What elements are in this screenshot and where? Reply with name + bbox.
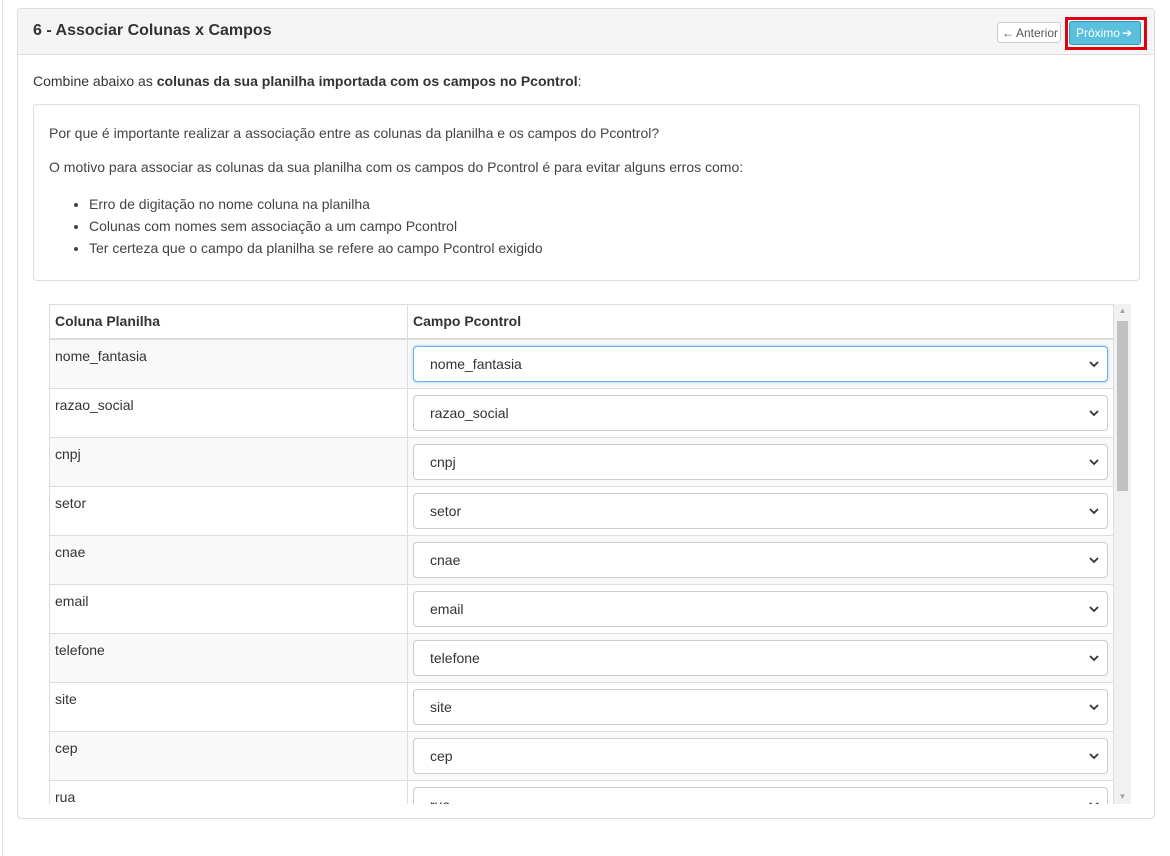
field-select[interactable]: nome_fantasia (413, 345, 1108, 382)
column-name: site (49, 681, 408, 732)
field-select[interactable]: razao_social (413, 394, 1108, 431)
column-name: cnpj (49, 436, 408, 487)
table-row: email email (49, 583, 1114, 634)
info-list: Erro de digitação no nome coluna na plan… (49, 193, 1124, 259)
field-cell: setor (407, 485, 1114, 536)
arrow-right-icon: ➔ (1121, 26, 1133, 40)
field-select[interactable]: rua (413, 786, 1108, 805)
column-name: cnae (49, 534, 408, 585)
field-select[interactable]: site (413, 688, 1108, 725)
mapping-table-container[interactable]: Coluna Planilha Campo Pcontrol nome_fant… (49, 304, 1140, 804)
field-cell: razao_social (407, 387, 1114, 438)
field-select[interactable]: email (413, 590, 1108, 627)
page-edge-line (2, 0, 3, 856)
field-select-value: razao_social (430, 404, 509, 421)
field-select-value: setor (430, 502, 462, 519)
field-select-value: cnae (430, 551, 461, 568)
field-cell: cnpj (407, 436, 1114, 487)
chevron-down-icon (1089, 654, 1099, 661)
previous-button-label: Anterior (1015, 25, 1059, 40)
column-name: telefone (49, 632, 408, 683)
info-question: Por que é importante realizar a associaç… (49, 125, 660, 141)
table-row: razao_social razao_social (49, 387, 1114, 438)
field-cell: nome_fantasia (407, 338, 1114, 389)
chevron-down-icon (1089, 556, 1099, 563)
header-campo-pcontrol: Campo Pcontrol (407, 304, 1114, 340)
chevron-down-icon (1089, 360, 1099, 367)
chevron-down-icon (1089, 703, 1099, 710)
table-row: site site (49, 681, 1114, 732)
chevron-down-icon (1089, 409, 1099, 416)
next-button[interactable]: Próximo ➔ (1069, 21, 1141, 45)
scroll-up-arrow-icon[interactable]: ▲ (1114, 304, 1131, 318)
panel-heading: 6 - Associar Colunas x Campos ← Anterior… (18, 9, 1154, 55)
field-select[interactable]: setor (413, 492, 1108, 529)
field-select-value: nome_fantasia (430, 355, 522, 372)
previous-button[interactable]: ← Anterior (997, 22, 1061, 43)
table-row: cnpj cnpj (49, 436, 1114, 487)
column-name: cep (49, 730, 408, 781)
arrow-left-icon: ← (1001, 25, 1014, 40)
field-select[interactable]: telefone (413, 639, 1108, 676)
intro-suffix: : (577, 73, 582, 89)
panel-title: 6 - Associar Colunas x Campos (33, 22, 272, 39)
chevron-down-icon (1089, 458, 1099, 465)
field-select-value: rua (430, 797, 450, 805)
column-name: razao_social (49, 387, 408, 438)
field-select-value: cep (430, 747, 453, 764)
mapping-table: Coluna Planilha Campo Pcontrol nome_fant… (49, 304, 1114, 804)
field-select[interactable]: cnae (413, 541, 1108, 578)
info-reason: O motivo para associar as colunas da sua… (49, 159, 744, 175)
scrollbar-thumb[interactable] (1117, 321, 1128, 491)
field-cell: email (407, 583, 1114, 634)
field-select-value: telefone (430, 649, 480, 666)
field-select[interactable]: cep (413, 737, 1108, 774)
chevron-down-icon (1089, 752, 1099, 759)
intro-text: Combine abaixo as colunas da sua planilh… (33, 73, 582, 89)
field-cell: cnae (407, 534, 1114, 585)
table-header-row: Coluna Planilha Campo Pcontrol (49, 304, 1114, 340)
field-select-value: cnpj (430, 453, 456, 470)
table-row: setor setor (49, 485, 1114, 536)
column-name: email (49, 583, 408, 634)
table-row: rua rua (49, 779, 1114, 805)
field-cell: cep (407, 730, 1114, 781)
field-cell: telefone (407, 632, 1114, 683)
field-select[interactable]: cnpj (413, 443, 1108, 480)
intro-prefix: Combine abaixo as (33, 73, 157, 89)
info-list-item: Erro de digitação no nome coluna na plan… (89, 193, 1124, 215)
field-cell: rua (407, 779, 1114, 805)
field-cell: site (407, 681, 1114, 732)
scroll-down-arrow-icon[interactable]: ▼ (1114, 790, 1131, 804)
field-select-value: email (430, 600, 464, 617)
chevron-down-icon (1089, 507, 1099, 514)
info-list-item: Colunas com nomes sem associação a um ca… (89, 215, 1124, 237)
field-select-value: site (430, 698, 452, 715)
column-name: nome_fantasia (49, 338, 408, 389)
info-list-item: Ter certeza que o campo da planilha se r… (89, 237, 1124, 259)
table-scrollbar[interactable]: ▲ ▼ (1114, 304, 1131, 804)
chevron-down-icon (1089, 801, 1099, 804)
intro-bold: colunas da sua planilha importada com os… (156, 73, 578, 89)
column-name: rua (49, 779, 408, 804)
wizard-panel: 6 - Associar Colunas x Campos ← Anterior… (17, 8, 1155, 819)
table-row: cnae cnae (49, 534, 1114, 585)
table-row: telefone telefone (49, 632, 1114, 683)
chevron-down-icon (1089, 605, 1099, 612)
table-row: cep cep (49, 730, 1114, 781)
info-box: Por que é importante realizar a associaç… (33, 104, 1140, 281)
column-name: setor (49, 485, 408, 536)
next-button-label: Próximo (1075, 26, 1120, 40)
table-row: nome_fantasia nome_fantasia (49, 338, 1114, 389)
header-coluna-planilha: Coluna Planilha (49, 304, 408, 340)
